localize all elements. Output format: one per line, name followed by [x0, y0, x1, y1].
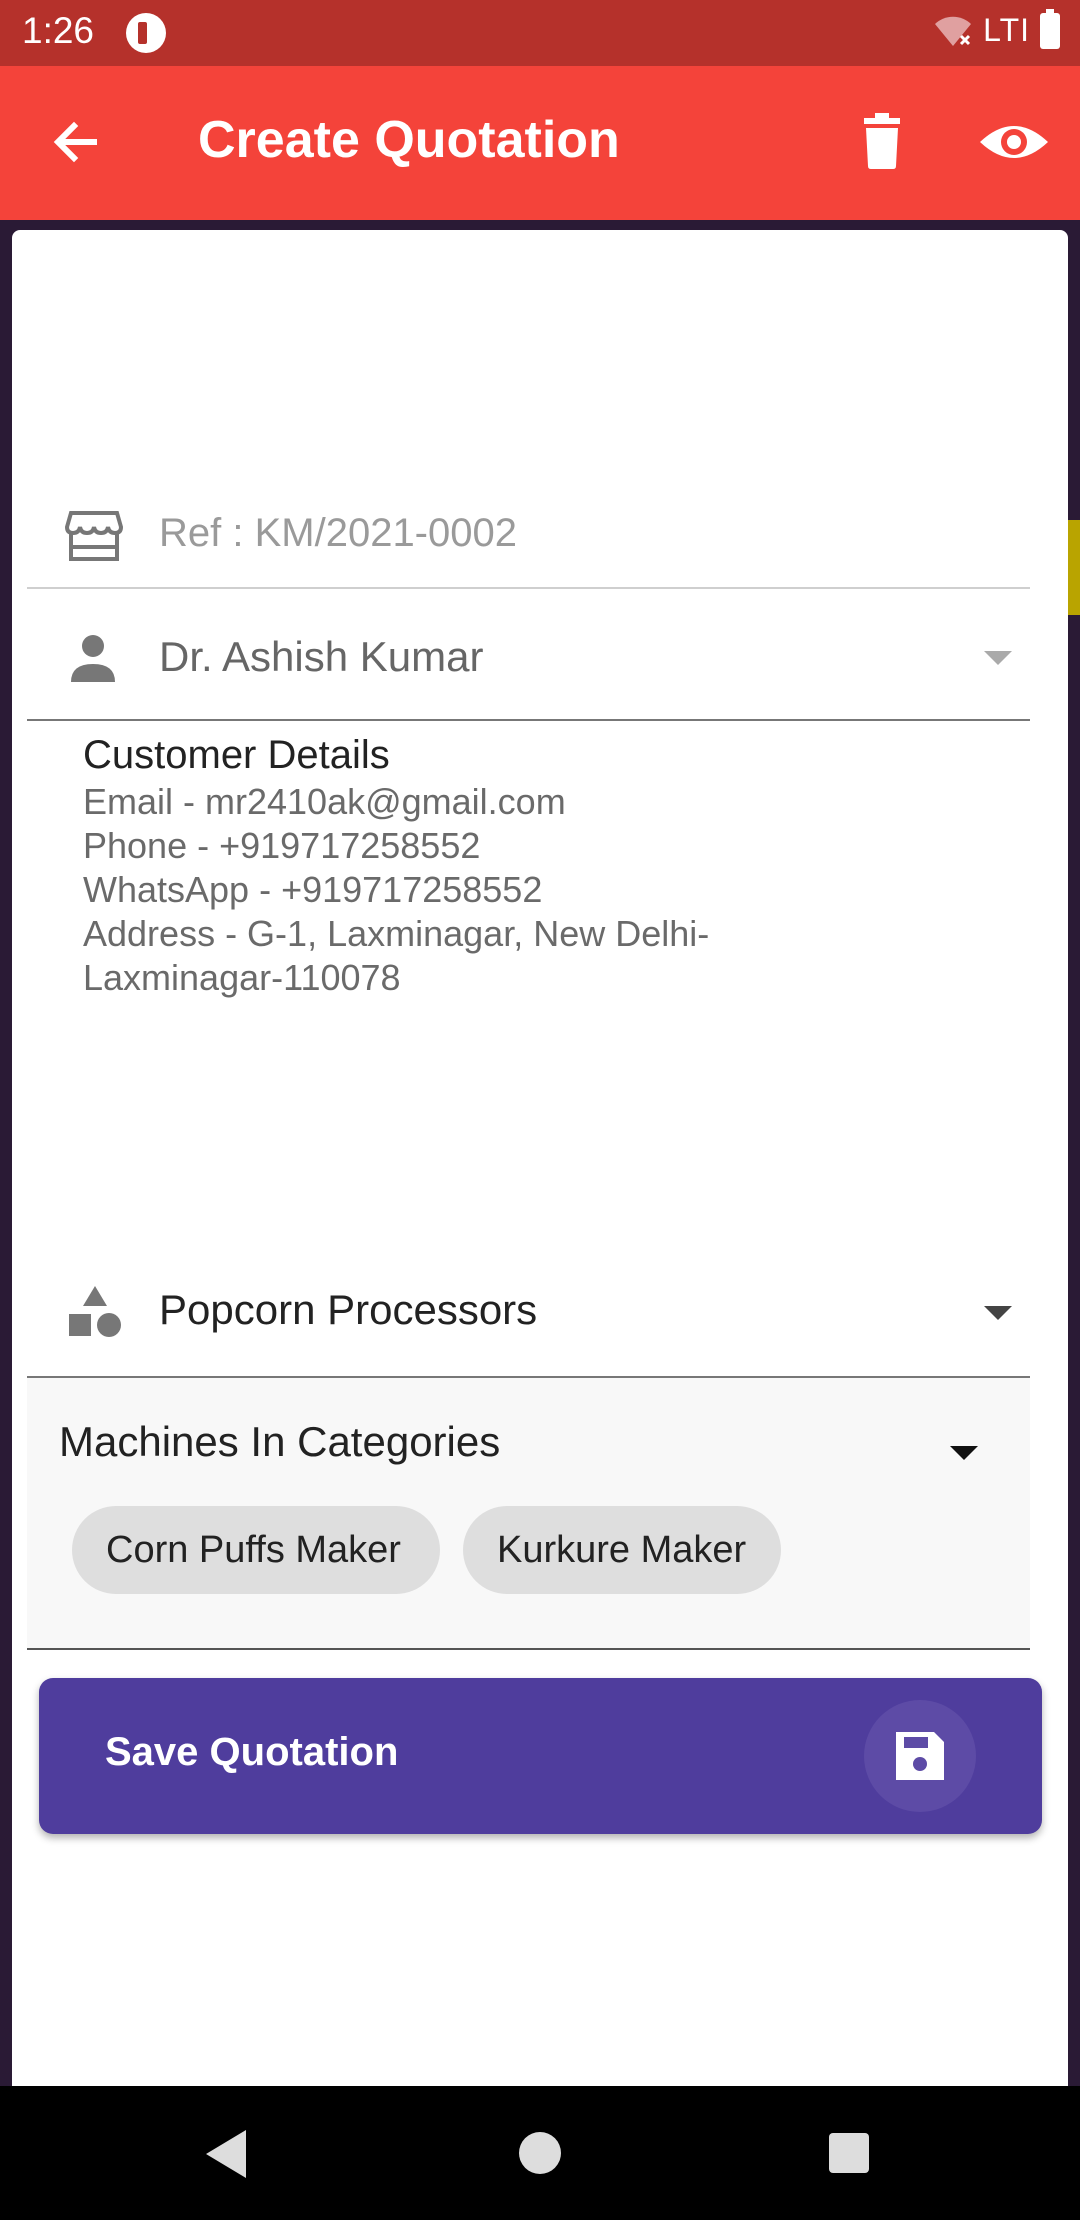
- save-quotation-button[interactable]: Save Quotation: [39, 1678, 1042, 1834]
- eye-icon[interactable]: [974, 102, 1054, 182]
- reference-text: Ref : KM/2021-0002: [159, 511, 517, 555]
- nav-home-icon[interactable]: [519, 2132, 561, 2174]
- background-strip-left: [0, 220, 12, 2086]
- person-icon: [71, 635, 115, 682]
- customer-name: Dr. Ashish Kumar: [159, 633, 484, 680]
- save-icon: [896, 1732, 944, 1780]
- delete-icon[interactable]: [842, 102, 922, 182]
- background-strip-right: [1068, 220, 1080, 2086]
- notification-app-icon: [126, 13, 166, 53]
- customer-details-heading: Customer Details: [83, 733, 390, 777]
- machine-chip[interactable]: Corn Puffs Maker: [72, 1506, 440, 1594]
- network-label: LTI: [983, 12, 1030, 48]
- shapes-icon: [69, 1286, 121, 1337]
- save-quotation-label: Save Quotation: [105, 1730, 399, 1774]
- status-indicators: LTI: [933, 8, 1060, 49]
- battery-icon: [1040, 8, 1060, 49]
- category-name: Popcorn Processors: [159, 1286, 538, 1333]
- machines-multiselect[interactable]: Machines In Categories Corn Puffs Maker …: [27, 1378, 1030, 1650]
- back-arrow-icon[interactable]: [38, 102, 118, 182]
- app-bar: Create Quotation: [0, 66, 1080, 220]
- customer-dropdown[interactable]: Dr. Ashish Kumar: [27, 589, 1030, 721]
- store-icon: [65, 511, 123, 561]
- customer-phone: Phone - +919717258552: [83, 825, 481, 866]
- system-nav-bar: [0, 2086, 1080, 2220]
- page-title: Create Quotation: [198, 111, 620, 169]
- nav-back-icon[interactable]: [206, 2130, 246, 2178]
- category-dropdown[interactable]: Popcorn Processors: [27, 1254, 1030, 1378]
- save-icon-button[interactable]: [864, 1700, 976, 1812]
- status-bar: 1:26 LTI: [0, 0, 1080, 66]
- customer-dropdown-arrow-icon: [984, 651, 1012, 665]
- machines-dropdown-arrow-icon[interactable]: [950, 1446, 978, 1460]
- machines-label: Machines In Categories: [59, 1418, 501, 1465]
- customer-address-line1: Address - G-1, Laxminagar, New Delhi-: [83, 913, 710, 954]
- customer-email: Email - mr2410ak@gmail.com: [83, 781, 566, 822]
- reference-field[interactable]: Ref : KM/2021-0002: [27, 475, 1030, 589]
- nav-recent-apps-icon[interactable]: [829, 2133, 869, 2173]
- machine-chip[interactable]: Kurkure Maker: [463, 1506, 781, 1594]
- customer-address-line2: Laxminagar-110078: [83, 957, 401, 998]
- status-time: 1:26: [22, 10, 95, 51]
- wifi-icon: [935, 16, 972, 46]
- customer-details: Customer Details Email - mr2410ak@gmail.…: [83, 730, 983, 1000]
- category-dropdown-arrow-icon: [984, 1306, 1012, 1320]
- background-accent: [1068, 520, 1080, 615]
- customer-whatsapp: WhatsApp - +919717258552: [83, 869, 543, 910]
